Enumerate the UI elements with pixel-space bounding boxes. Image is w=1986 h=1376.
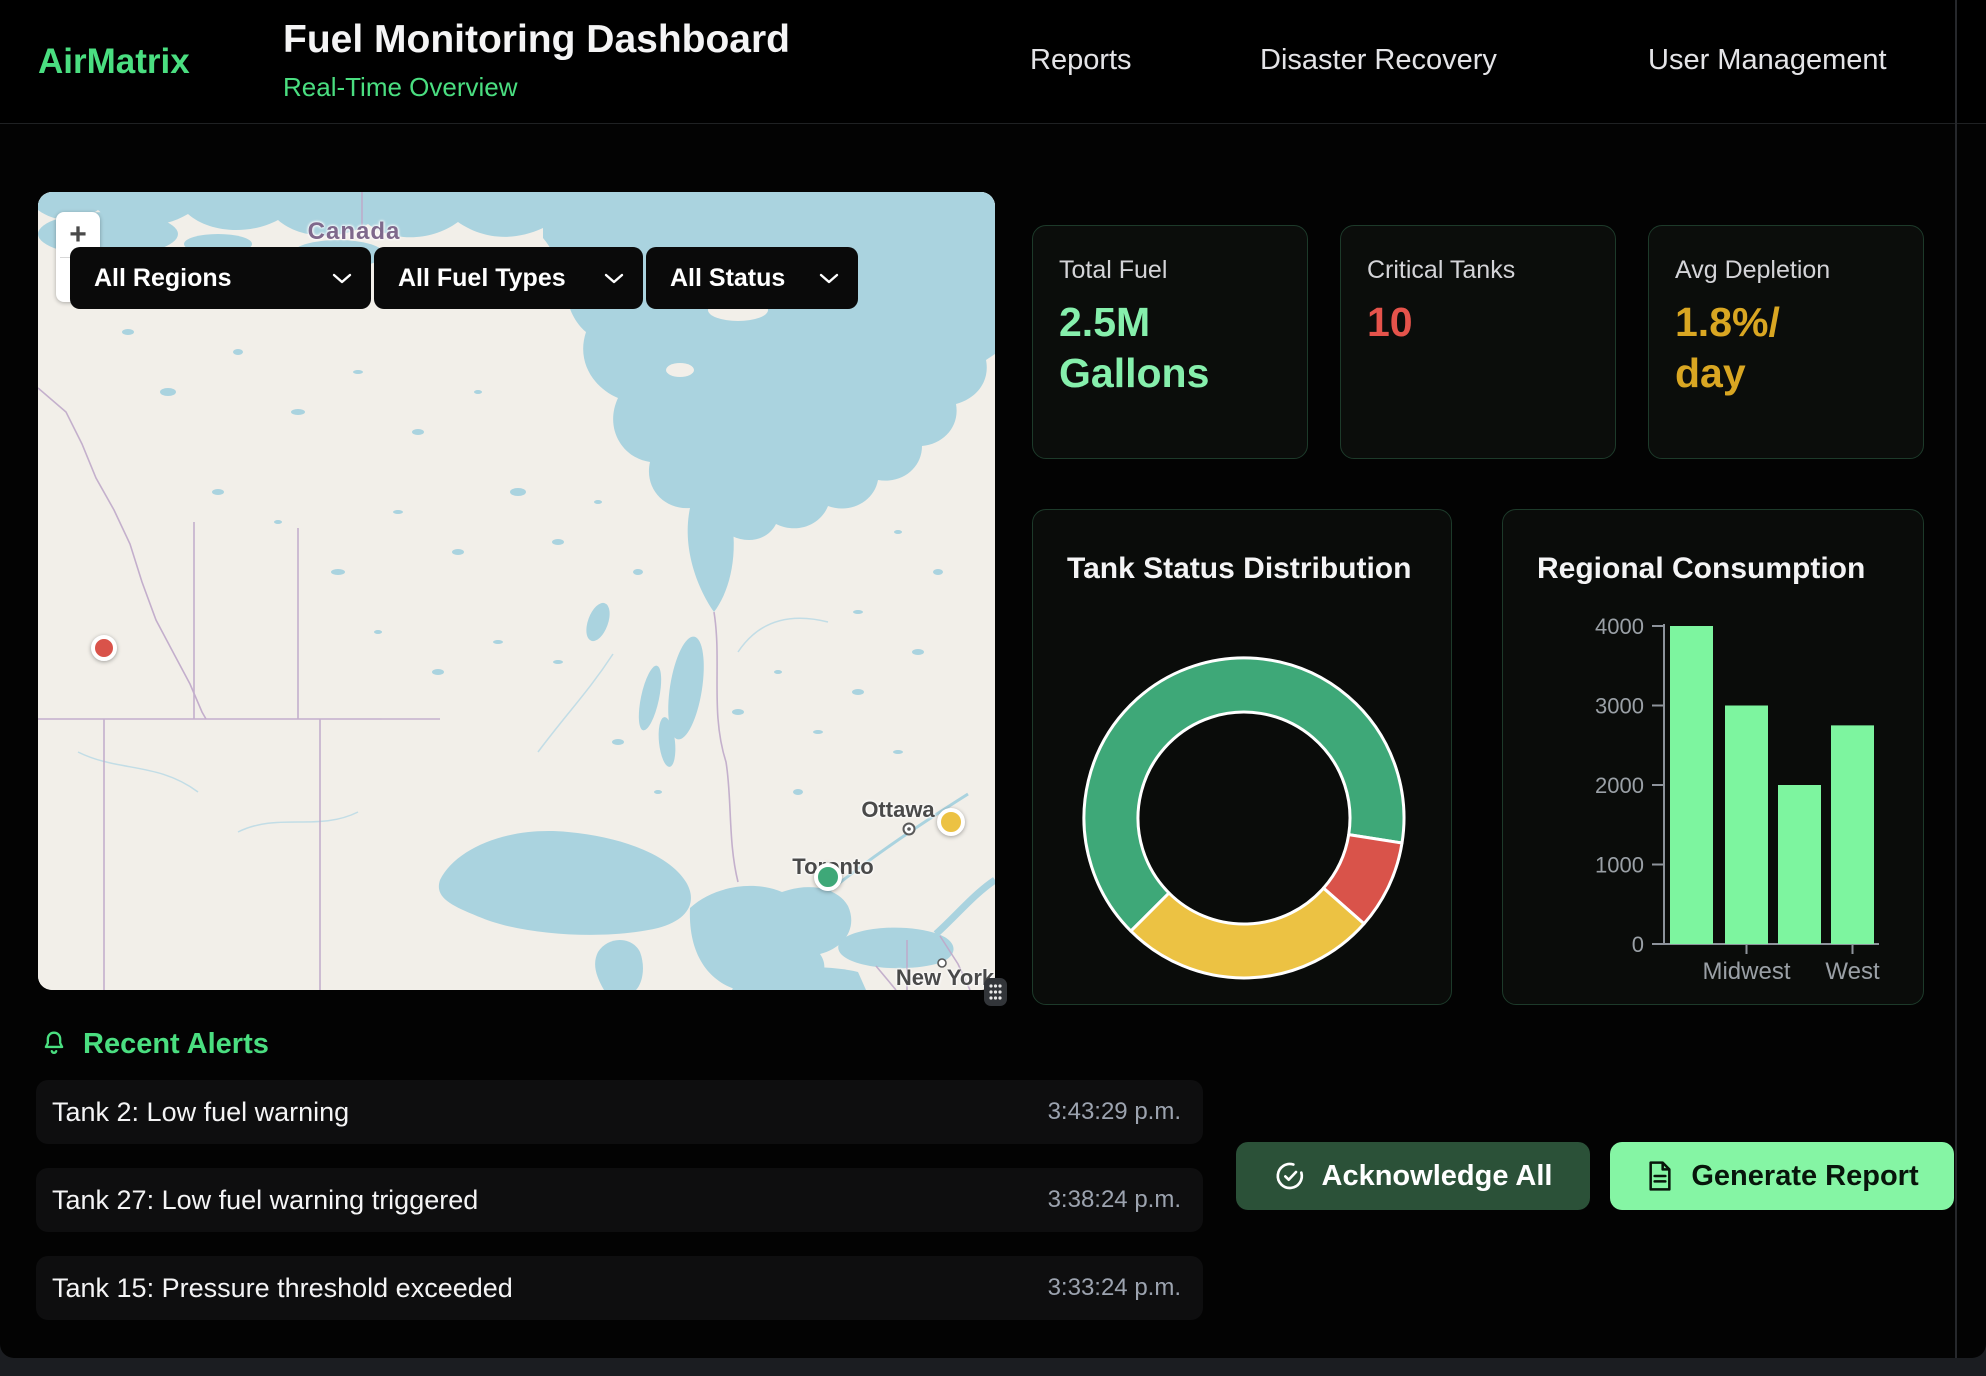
stat-value-total-fuel: 2.5MGallons xyxy=(1059,297,1281,400)
page: AirMatrix Fuel Monitoring Dashboard Real… xyxy=(0,0,1986,1376)
app-header: AirMatrix Fuel Monitoring Dashboard Real… xyxy=(0,0,1986,124)
stat-card-avg-depletion: Avg Depletion 1.8%/day xyxy=(1648,225,1924,459)
svg-text:4000: 4000 xyxy=(1595,614,1644,639)
generate-report-label: Generate Report xyxy=(1691,1160,1918,1193)
alert-message: Tank 2: Low fuel warning xyxy=(52,1097,349,1128)
nav-reports[interactable]: Reports xyxy=(1030,44,1132,77)
chevron-down-icon xyxy=(331,272,353,285)
recent-alerts-title: Recent Alerts xyxy=(83,1028,269,1061)
region-filter-value: All Regions xyxy=(94,264,232,293)
page-subtitle: Real-Time Overview xyxy=(283,72,518,103)
chevron-down-icon xyxy=(603,272,625,285)
check-circle-icon xyxy=(1274,1160,1306,1192)
map-label-new-york: New York xyxy=(896,965,994,990)
alert-timestamp: 3:38:24 p.m. xyxy=(1048,1186,1181,1214)
alert-message: Tank 15: Pressure threshold exceeded xyxy=(52,1273,513,1304)
stat-card-critical-tanks: Critical Tanks 10 xyxy=(1340,225,1616,459)
status-filter-select[interactable]: All Status xyxy=(646,247,858,309)
grip-dots-icon xyxy=(988,982,1003,1002)
recent-alerts-header: Recent Alerts xyxy=(39,1028,269,1061)
alert-row[interactable]: Tank 15: Pressure threshold exceeded 3:3… xyxy=(36,1256,1203,1320)
alert-timestamp: 3:33:24 p.m. xyxy=(1048,1274,1181,1302)
normal-tank-marker[interactable] xyxy=(814,863,842,891)
map-resize-grip[interactable] xyxy=(984,978,1007,1006)
map-label-canada: Canada xyxy=(308,218,401,246)
alert-message: Tank 27: Low fuel warning triggered xyxy=(52,1185,478,1216)
stat-label: Avg Depletion xyxy=(1675,256,1897,285)
svg-text:3000: 3000 xyxy=(1595,694,1644,719)
svg-text:1000: 1000 xyxy=(1595,853,1644,878)
nav-disaster-recovery[interactable]: Disaster Recovery xyxy=(1260,44,1497,77)
warning-tank-marker[interactable] xyxy=(937,808,965,836)
fuel-type-filter-value: All Fuel Types xyxy=(398,264,566,293)
status-filter-value: All Status xyxy=(670,264,785,293)
page-title: Fuel Monitoring Dashboard xyxy=(283,18,790,62)
nav-user-management[interactable]: User Management xyxy=(1648,44,1887,77)
fuel-map[interactable]: Canada Ottawa Toronto New York + − All R… xyxy=(38,192,995,990)
generate-report-button[interactable]: Generate Report xyxy=(1610,1142,1954,1210)
svg-text:2000: 2000 xyxy=(1595,773,1644,798)
alert-timestamp: 3:43:29 p.m. xyxy=(1048,1098,1181,1126)
map-label-ottawa: Ottawa xyxy=(861,797,934,823)
svg-text:Midwest: Midwest xyxy=(1702,958,1790,985)
acknowledge-all-label: Acknowledge All xyxy=(1322,1160,1553,1193)
bell-icon xyxy=(39,1029,69,1061)
regional-bar-svg: 0 1000 2000 3000 4000 Midwest West xyxy=(1503,510,1924,1005)
stat-label: Total Fuel xyxy=(1059,256,1281,285)
acknowledge-all-button[interactable]: Acknowledge All xyxy=(1236,1142,1590,1210)
alert-row[interactable]: Tank 27: Low fuel warning triggered 3:38… xyxy=(36,1168,1203,1232)
app-window: AirMatrix Fuel Monitoring Dashboard Real… xyxy=(0,0,1986,1358)
critical-tank-marker[interactable] xyxy=(91,635,117,661)
chevron-down-icon xyxy=(818,272,840,285)
svg-text:West: West xyxy=(1825,958,1880,985)
stat-card-total-fuel: Total Fuel 2.5MGallons xyxy=(1032,225,1308,459)
tank-status-donut-chart: Tank Status Distribution xyxy=(1032,509,1452,1005)
scrollbar-track[interactable] xyxy=(1955,0,1957,1358)
stat-value-avg-depletion: 1.8%/day xyxy=(1675,297,1897,400)
tank-status-donut-svg xyxy=(1033,510,1452,1005)
regional-consumption-bar-chart: Regional Consumption 01000200030004000Mi… xyxy=(1502,509,1924,1005)
document-icon xyxy=(1645,1160,1675,1192)
region-filter-select[interactable]: All Regions xyxy=(70,247,371,309)
brand-logo[interactable]: AirMatrix xyxy=(38,42,190,82)
alert-row[interactable]: Tank 2: Low fuel warning 3:43:29 p.m. xyxy=(36,1080,1203,1144)
svg-text:0: 0 xyxy=(1632,932,1644,957)
stat-label: Critical Tanks xyxy=(1367,256,1589,285)
stat-value-critical-tanks: 10 xyxy=(1367,297,1589,348)
fuel-type-filter-select[interactable]: All Fuel Types xyxy=(374,247,643,309)
